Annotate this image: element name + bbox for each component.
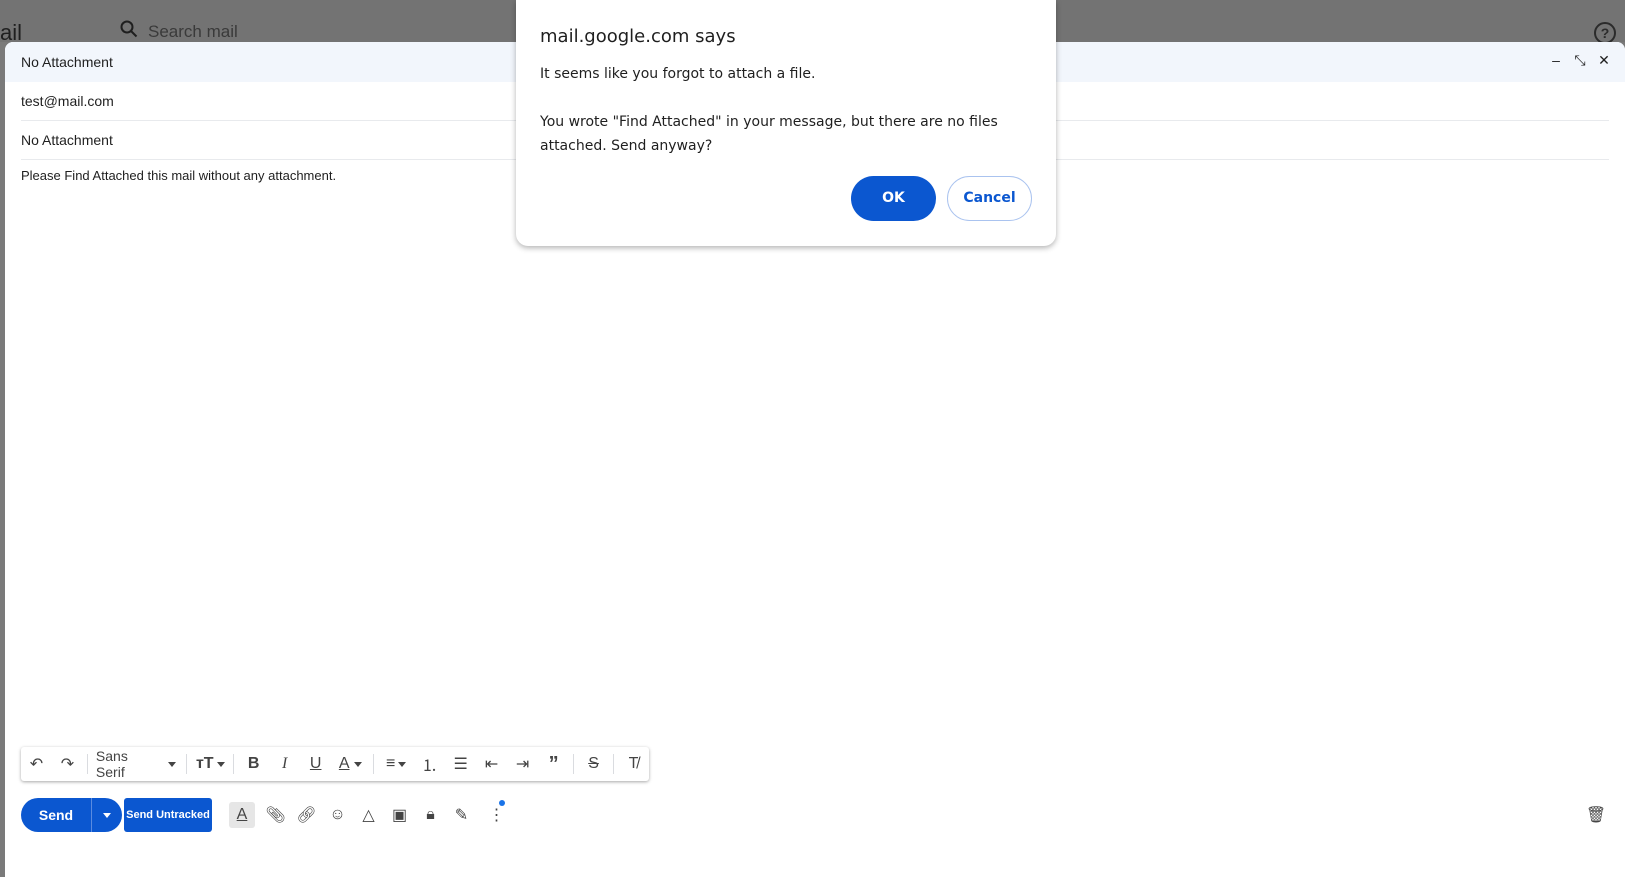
more-options-icon[interactable]: ⋮ [481, 798, 512, 832]
notification-dot [499, 800, 505, 806]
formatting-options-icon[interactable]: A [229, 802, 255, 828]
toolbar-divider [613, 754, 614, 774]
ok-button[interactable]: OK [851, 176, 936, 221]
subject-value: No Attachment [21, 132, 113, 148]
search-bar[interactable]: Search mail [120, 20, 238, 43]
delete-icon[interactable]: 🗑︎ [1581, 798, 1611, 832]
toolbar-divider [233, 754, 235, 774]
attach-icon[interactable]: 📎︎ [260, 798, 291, 832]
toolbar-divider [87, 754, 88, 774]
bulleted-list-icon[interactable]: ☰ [445, 747, 476, 781]
redo-icon[interactable]: ↷ [52, 747, 83, 781]
compose-title: No Attachment [21, 54, 113, 70]
send-untracked-button[interactable]: Send Untracked [124, 798, 212, 832]
photo-icon[interactable]: ▣ [384, 798, 415, 832]
drive-icon[interactable]: △ [353, 798, 384, 832]
to-recipient: test@mail.com [21, 93, 114, 109]
text-color-icon[interactable]: A [331, 747, 369, 781]
link-icon[interactable]: 🔗︎ [291, 798, 322, 832]
quote-icon[interactable]: ” [538, 747, 569, 781]
numbered-list-icon[interactable]: ⒈ [414, 747, 445, 781]
send-options-button[interactable] [92, 798, 122, 832]
chevron-down-icon [103, 812, 111, 818]
indent-less-icon[interactable]: ⇤ [476, 747, 507, 781]
italic-icon[interactable]: I [269, 747, 300, 781]
signature-icon[interactable]: ✎ [446, 798, 477, 832]
formatting-toolbar: ↶ ↷ Sans Serif тT B I U A ≡ ⒈ ☰ ⇤ ⇥ ” S … [21, 747, 649, 781]
emoji-icon[interactable]: ☺ [322, 798, 353, 832]
send-button[interactable]: Send [21, 798, 91, 832]
font-select-label: Sans Serif [95, 748, 128, 780]
exit-fullscreen-icon[interactable]: ⤡ [1573, 52, 1587, 68]
undo-icon[interactable]: ↶ [21, 747, 52, 781]
toolbar-divider [186, 754, 188, 774]
bold-icon[interactable]: B [238, 747, 269, 781]
confidential-icon[interactable]: 🔒︎ [415, 798, 446, 832]
indent-more-icon[interactable]: ⇥ [507, 747, 538, 781]
toolbar-divider [573, 754, 575, 774]
send-button-group: Send [21, 798, 122, 832]
minimize-icon[interactable]: – [1549, 52, 1563, 68]
font-select[interactable]: Sans Serif [92, 748, 182, 780]
underline-icon[interactable]: U [300, 747, 331, 781]
close-icon[interactable]: ✕ [1597, 52, 1611, 68]
remove-formatting-icon[interactable]: T̸ [618, 747, 649, 781]
compose-actions: Send Send Untracked A 📎︎ 🔗︎ ☺ △ ▣ 🔒︎ ✎ ⋮… [21, 798, 1611, 832]
toolbar-divider [373, 754, 375, 774]
alert-dialog: mail.google.com says It seems like you f… [516, 0, 1056, 246]
strikethrough-icon[interactable]: S [578, 747, 609, 781]
search-placeholder: Search mail [148, 21, 238, 41]
help-icon[interactable]: ? [1594, 22, 1616, 44]
search-icon [120, 20, 138, 43]
dialog-title: mail.google.com says [540, 26, 736, 47]
chevron-down-icon [168, 761, 177, 767]
cancel-button[interactable]: Cancel [947, 176, 1032, 221]
font-size-icon[interactable]: тT [191, 747, 229, 781]
message-body[interactable]: Please Find Attached this mail without a… [21, 168, 336, 183]
align-icon[interactable]: ≡ [378, 747, 414, 781]
dialog-message: It seems like you forgot to attach a fil… [540, 66, 998, 154]
